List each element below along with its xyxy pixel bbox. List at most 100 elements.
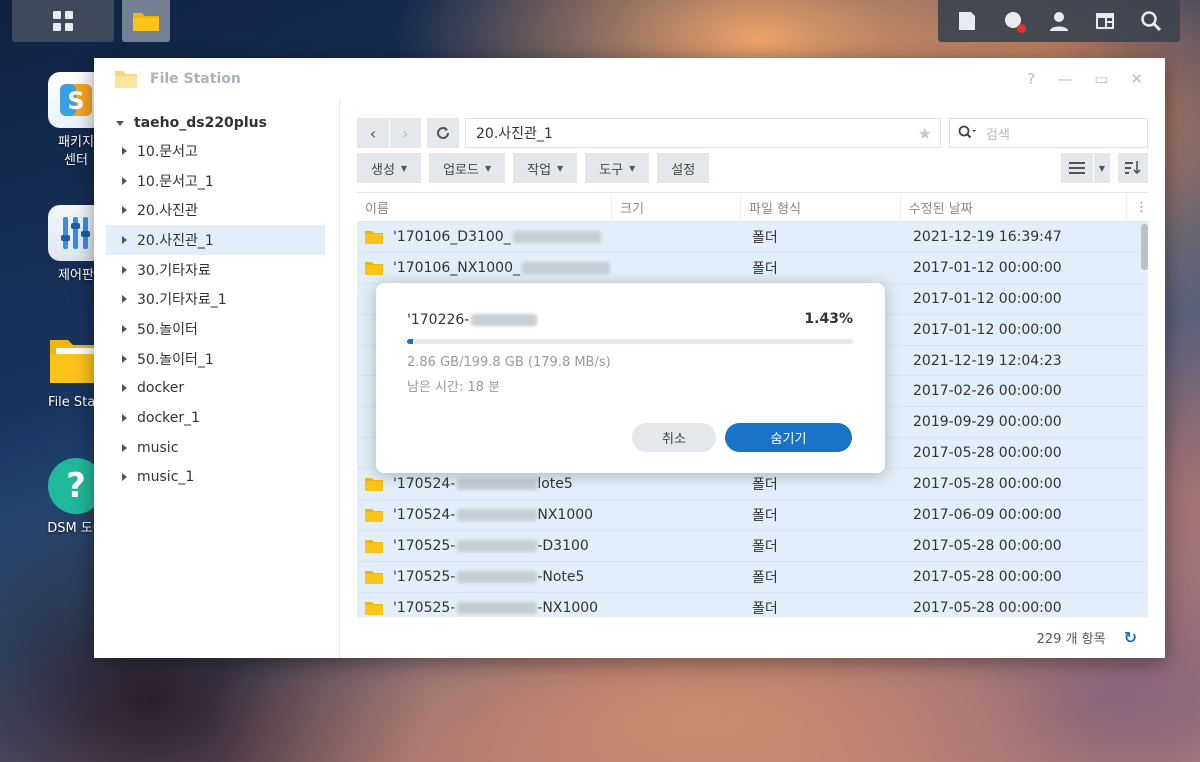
caret-right-icon[interactable]: [122, 176, 127, 185]
sidebar-item-folder[interactable]: 50.놀이터: [106, 314, 325, 344]
cell-type: 폴더: [752, 600, 778, 617]
cell-modified: 2017-01-12 00:00:00: [913, 290, 1062, 307]
notes-icon[interactable]: [954, 8, 980, 34]
column-type[interactable]: 파일 형식: [741, 193, 901, 221]
folder-icon: [365, 539, 383, 553]
search-icon[interactable]: [958, 125, 976, 142]
action-button[interactable]: 업로드 ▼: [429, 153, 506, 183]
sidebar-item-folder[interactable]: 30.기타자료_1: [106, 284, 325, 314]
sidebar-item-folder[interactable]: 20.사진관: [106, 195, 325, 225]
close-button[interactable]: ✕: [1130, 70, 1143, 88]
cell-modified: 2021-12-19 16:39:47: [913, 228, 1062, 245]
list-view-button[interactable]: [1061, 153, 1093, 183]
chevron-down-icon: ▼: [400, 163, 408, 173]
sidebar-item-folder[interactable]: docker_1: [106, 403, 325, 433]
table-row[interactable]: '170525- -D3100 폴더 2017-05-28 00:00:00: [357, 530, 1148, 562]
window-titlebar[interactable]: File Station ? — ▭ ✕: [94, 58, 1165, 100]
scrollbar[interactable]: [1141, 224, 1148, 270]
sort-button[interactable]: [1118, 153, 1148, 183]
cancel-button[interactable]: 취소: [632, 423, 716, 452]
table-row[interactable]: '170524- NX1000 폴더 2017-06-09 00:00:00: [357, 500, 1148, 531]
sidebar-item-label: music: [137, 439, 179, 456]
chat-icon[interactable]: [1000, 8, 1026, 34]
caret-right-icon[interactable]: [122, 414, 127, 423]
caret-right-icon[interactable]: [122, 354, 127, 363]
caret-right-icon[interactable]: [122, 443, 127, 452]
cell-modified: 2017-05-28 00:00:00: [913, 445, 1062, 462]
cell-modified: 2017-02-26 00:00:00: [913, 383, 1062, 400]
maximize-button[interactable]: ▭: [1094, 70, 1108, 88]
action-button[interactable]: 설정: [657, 153, 710, 183]
tree-root[interactable]: taeho_ds220plus: [94, 110, 339, 136]
cell-name: '170525- -Note5: [357, 562, 614, 592]
cell-name: '170524- NX1000: [357, 500, 614, 530]
progress-dialog: '170226- 1.43% 2.86 GB/199.8 GB (179.8 M…: [376, 283, 885, 473]
sidebar-item-folder[interactable]: 50.놀이터_1: [106, 344, 325, 374]
cell-modified: 2017-05-28 00:00:00: [913, 476, 1062, 493]
sidebar-item-folder[interactable]: docker: [106, 374, 325, 404]
table-row[interactable]: '170525- -NX1000 폴더 2017-05-28 00:00:00: [357, 592, 1148, 617]
caret-right-icon[interactable]: [122, 206, 127, 215]
caret-right-icon[interactable]: [122, 384, 127, 393]
progress-percent: 1.43%: [804, 311, 853, 327]
user-icon[interactable]: [1046, 8, 1072, 34]
caret-down-icon[interactable]: [116, 120, 124, 126]
sidebar-item-folder[interactable]: 10.문서고_1: [106, 166, 325, 196]
search-icon[interactable]: [1138, 8, 1164, 34]
caret-right-icon[interactable]: [122, 265, 127, 274]
refresh-button[interactable]: [427, 118, 459, 148]
cell-size: [614, 593, 744, 617]
path-field[interactable]: 20.사진관_1 ★: [465, 118, 941, 148]
action-button[interactable]: 생성 ▼: [357, 153, 422, 183]
star-icon[interactable]: ★: [918, 124, 932, 143]
sidebar-item-folder[interactable]: 10.문서고: [106, 136, 325, 166]
sidebar-item-label: music_1: [137, 469, 195, 486]
back-button[interactable]: ‹: [357, 118, 389, 148]
sidebar-item-folder[interactable]: 20.사진관_1: [106, 225, 325, 255]
sidebar-item-folder[interactable]: music_1: [106, 463, 325, 493]
hide-button[interactable]: 숨기기: [725, 423, 852, 452]
view-dropdown-button[interactable]: ▼: [1094, 153, 1110, 183]
svg-text:S: S: [67, 87, 84, 115]
folder-icon: [365, 508, 383, 522]
cell-name: '170106_NX1000_: [357, 253, 614, 283]
minimize-button[interactable]: —: [1057, 70, 1072, 88]
caret-right-icon[interactable]: [122, 295, 127, 304]
caret-right-icon[interactable]: [122, 146, 127, 155]
main-menu-button[interactable]: [12, 0, 114, 42]
file-name: '170524-: [393, 506, 456, 523]
column-options-button[interactable]: ⋮: [1127, 193, 1148, 221]
help-button[interactable]: ?: [1027, 70, 1035, 88]
action-toolbar: 생성 ▼ 업로드 ▼ 작업 ▼ 도구 ▼ 설정 ▼: [357, 153, 1148, 183]
blurred-text: [471, 314, 538, 326]
folder-icon: [365, 230, 383, 244]
search-input[interactable]: 검색: [949, 118, 1148, 148]
forward-button[interactable]: ›: [389, 118, 421, 148]
file-name-suffix: -NX1000: [537, 599, 599, 616]
action-button-label: 업로드: [443, 162, 479, 178]
table-row[interactable]: '170106_D3100_ 폴더 2021-12-19 16:39:47: [357, 222, 1148, 253]
folder-icon: [133, 13, 159, 31]
refresh-icon[interactable]: ↻: [1124, 628, 1137, 647]
table-row[interactable]: '170524- lote5 폴더 2017-05-28 00:00:00: [357, 469, 1148, 501]
action-button[interactable]: 작업 ▼: [513, 153, 578, 183]
item-count: 229 개 항목: [1036, 632, 1106, 647]
cell-size: [614, 253, 744, 283]
table-row[interactable]: '170106_NX1000_ 폴더 2017-01-12 00:00:00: [357, 252, 1148, 284]
column-modified[interactable]: 수정된 날짜: [901, 193, 1127, 221]
sidebar-item-folder[interactable]: music: [106, 433, 325, 463]
status-bar: 229 개 항목 ↻: [340, 617, 1165, 658]
action-button[interactable]: 도구 ▼: [585, 153, 650, 183]
column-size[interactable]: 크기: [612, 193, 741, 221]
column-name[interactable]: 이름: [357, 193, 612, 221]
caret-right-icon[interactable]: [122, 473, 127, 482]
widgets-icon[interactable]: [1092, 8, 1118, 34]
refresh-icon: [437, 126, 449, 139]
caret-right-icon[interactable]: [122, 324, 127, 333]
file-station-taskbar-button[interactable]: [122, 0, 170, 42]
table-row[interactable]: '170525- -Note5 폴더 2017-05-28 00:00:00: [357, 561, 1148, 593]
caret-right-icon[interactable]: [122, 235, 127, 244]
progress-fill: [407, 339, 414, 344]
sidebar-item-label: docker: [137, 380, 185, 397]
sidebar-item-folder[interactable]: 30.기타자료: [106, 255, 325, 285]
